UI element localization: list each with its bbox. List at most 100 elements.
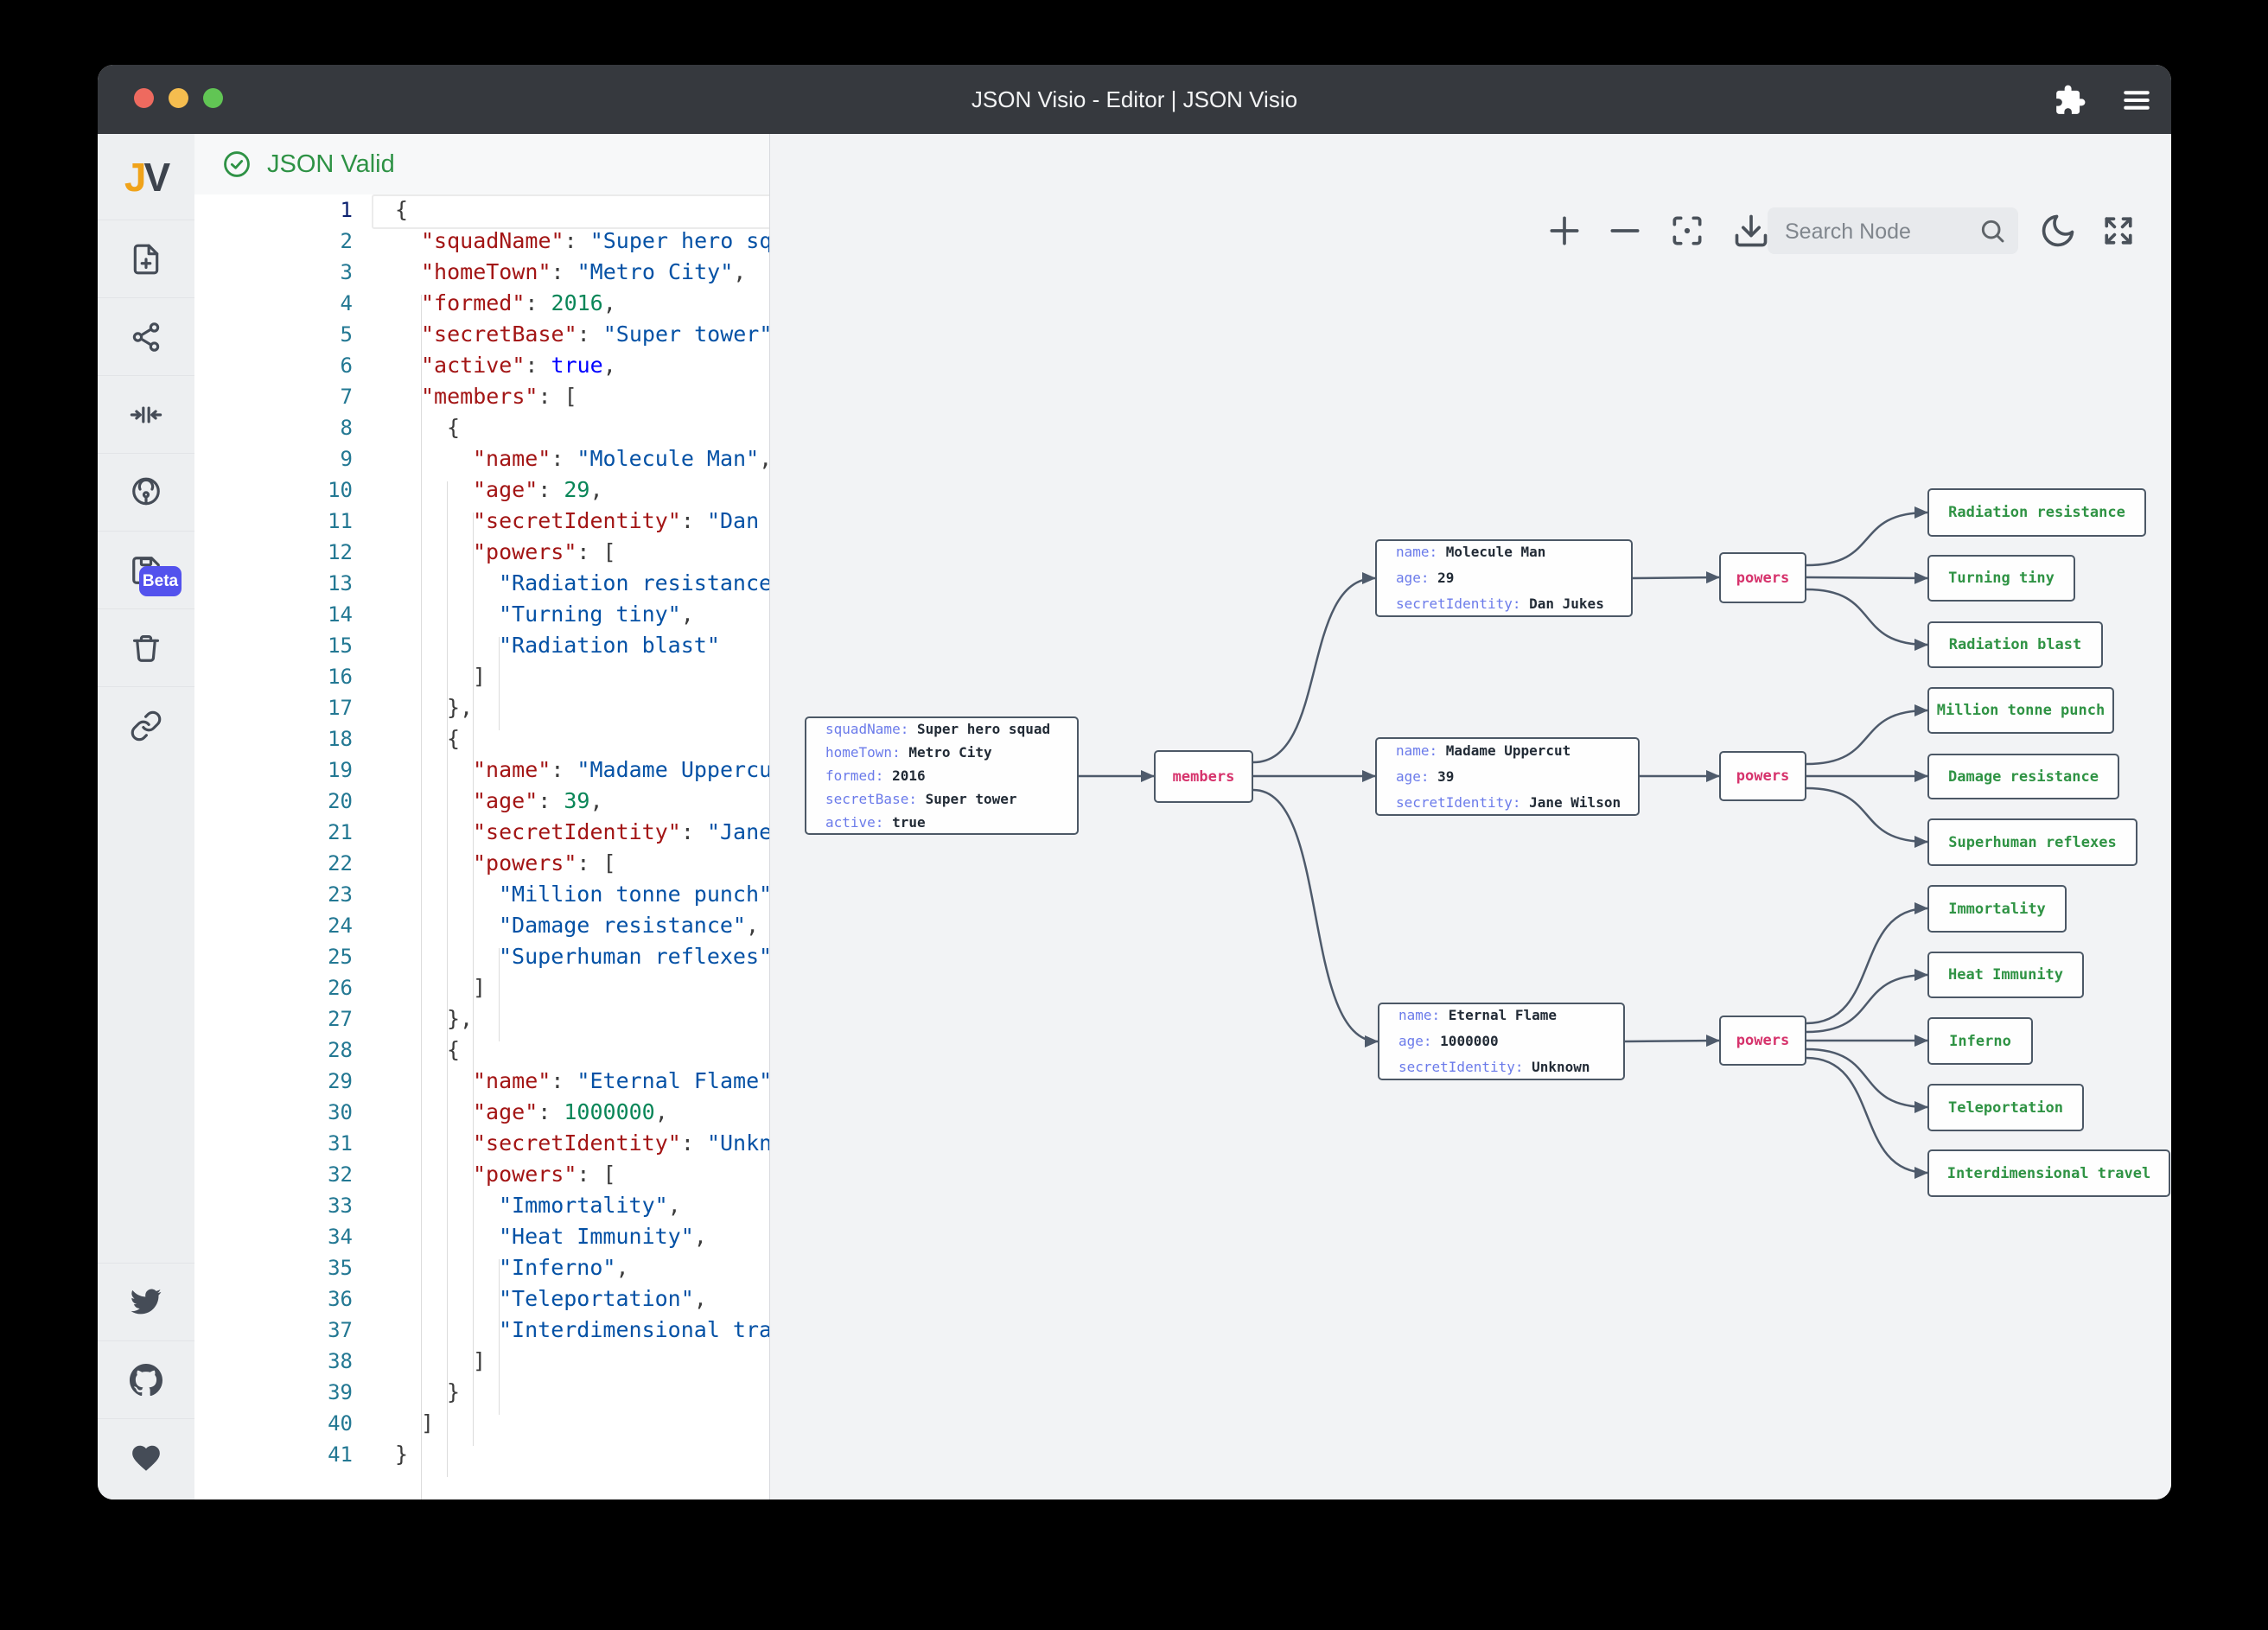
check-circle-icon	[222, 150, 252, 179]
graph-node-powers-2[interactable]: powers	[1719, 751, 1806, 801]
download-image-button[interactable]	[1732, 212, 1770, 250]
share-link-button[interactable]	[98, 686, 194, 765]
code-line: 25"Superhuman reflexes"	[194, 941, 769, 972]
fit-width-button[interactable]	[98, 375, 194, 454]
graph-share-button[interactable]	[98, 297, 194, 376]
node-row: secretIdentity: Jane Wilson	[1396, 790, 1638, 816]
graph-node-leaf-2[interactable]: Turning tiny	[1927, 555, 2075, 602]
code-text: {	[447, 1035, 460, 1066]
graph-node-powers-3[interactable]: powers	[1719, 1016, 1806, 1066]
indent-guide	[499, 948, 500, 1041]
plus-icon	[1545, 239, 1583, 253]
code-line: 35"Inferno",	[194, 1252, 769, 1283]
node-value: 29	[1437, 570, 1454, 586]
window-title: JSON Visio - Editor | JSON Visio	[98, 65, 2171, 134]
twitter-button[interactable]	[98, 1263, 194, 1341]
menu-icon[interactable]	[2120, 84, 2153, 117]
code-text: "squadName": "Super hero squad",	[421, 226, 769, 257]
node-label: Million tonne punch	[1937, 702, 2105, 719]
node-label: Heat Immunity	[1948, 966, 2063, 984]
moon-icon	[2039, 239, 2077, 253]
json-editor-panel: JSON Valid 1{2"squadName": "Super hero s…	[194, 134, 769, 1499]
app-logo[interactable]: J V	[98, 134, 194, 220]
line-number: 39	[194, 1377, 353, 1408]
node-value: true	[892, 814, 926, 831]
node-value: Super hero squad	[917, 721, 1050, 737]
sponsor-button[interactable]	[98, 1418, 194, 1497]
new-document-button[interactable]	[98, 220, 194, 298]
live-transform-button[interactable]	[98, 453, 194, 532]
line-number: 33	[194, 1190, 353, 1221]
line-number: 8	[194, 412, 353, 443]
graph-node-leaf-9[interactable]: Inferno	[1927, 1017, 2033, 1065]
graph-node-member-2[interactable]: name: Madame Uppercutage: 39secretIdenti…	[1375, 737, 1640, 816]
graph-node-member-1[interactable]: name: Molecule Manage: 29secretIdentity:…	[1375, 539, 1633, 617]
graph-node-leaf-3[interactable]: Radiation blast	[1927, 621, 2103, 668]
code-text: "Immortality",	[499, 1190, 681, 1221]
graph-edge	[1253, 578, 1375, 762]
code-text: "secretIdentity": "Jane Wilson",	[473, 817, 769, 848]
node-key: secretBase:	[825, 791, 926, 807]
fullscreen-button[interactable]	[2099, 212, 2137, 250]
code-line: 20"age": 39,	[194, 786, 769, 817]
graph-node-leaf-7[interactable]: Immortality	[1927, 885, 2067, 933]
code-text: "secretBase": "Super tower",	[421, 319, 769, 350]
line-number: 7	[194, 381, 353, 412]
code-text: "name": "Molecule Man",	[473, 443, 769, 474]
line-number: 9	[194, 443, 353, 474]
graph-node-members[interactable]: members	[1154, 750, 1253, 803]
graph-node-leaf-5[interactable]: Damage resistance	[1927, 754, 2119, 799]
code-line: 36"Teleportation",	[194, 1283, 769, 1315]
search-icon[interactable]	[1978, 217, 2006, 245]
code-line: 29"name": "Eternal Flame",	[194, 1066, 769, 1097]
graph-node-leaf-10[interactable]: Teleportation	[1927, 1084, 2084, 1131]
graph-edge	[1806, 589, 1927, 645]
graph-canvas-panel[interactable]: squadName: Super hero squadhomeTown: Met…	[769, 134, 2171, 1499]
zoom-in-button[interactable]	[1545, 212, 1583, 250]
graph-node-leaf-4[interactable]: Million tonne punch	[1927, 687, 2114, 734]
github-button[interactable]	[98, 1340, 194, 1419]
node-key: name:	[1396, 742, 1446, 759]
line-number: 38	[194, 1346, 353, 1377]
graph-node-leaf-6[interactable]: Superhuman reflexes	[1927, 818, 2137, 866]
line-number: 4	[194, 288, 353, 319]
graph-node-root[interactable]: squadName: Super hero squadhomeTown: Met…	[805, 716, 1079, 835]
line-number: 26	[194, 972, 353, 1003]
code-line: 6"active": true,	[194, 350, 769, 381]
graph-node-leaf-1[interactable]: Radiation resistance	[1927, 488, 2146, 537]
line-number: 17	[194, 692, 353, 723]
code-text: "Inferno",	[499, 1252, 629, 1283]
line-number: 14	[194, 599, 353, 630]
code-text: "Damage resistance",	[499, 910, 759, 941]
code-line: 10"age": 29,	[194, 474, 769, 506]
search-node-input[interactable]	[1783, 207, 1968, 256]
node-key: age:	[1398, 1033, 1440, 1049]
code-line: 38]	[194, 1346, 769, 1377]
node-key: secretIdentity:	[1396, 794, 1529, 811]
sidebar: J V Beta	[98, 134, 195, 1499]
line-number: 18	[194, 723, 353, 755]
graph-node-powers-1[interactable]: powers	[1719, 552, 1806, 603]
extension-puzzle-icon[interactable]	[2054, 84, 2086, 117]
code-text: "Heat Immunity",	[499, 1221, 707, 1252]
app-window: JSON Visio - Editor | JSON Visio J V Bet…	[98, 65, 2171, 1499]
node-value: Super tower	[926, 791, 1017, 807]
line-number: 28	[194, 1035, 353, 1066]
code-editor[interactable]: 1{2"squadName": "Super hero squad",3"hom…	[194, 194, 769, 1499]
code-line: 5"secretBase": "Super tower",	[194, 319, 769, 350]
graph-node-leaf-8[interactable]: Heat Immunity	[1927, 952, 2084, 998]
graph-node-member-3[interactable]: name: Eternal Flameage: 1000000secretIde…	[1378, 1003, 1625, 1080]
delete-button[interactable]	[98, 608, 194, 687]
line-number: 29	[194, 1066, 353, 1097]
download-icon	[1732, 239, 1770, 253]
line-number: 22	[194, 848, 353, 879]
zoom-out-button[interactable]	[1606, 212, 1644, 250]
code-line: 33 "Immortality",	[194, 1190, 769, 1221]
graph-node-leaf-11[interactable]: Interdimensional travel	[1927, 1149, 2170, 1197]
beta-badge: Beta	[139, 566, 182, 596]
theme-toggle-button[interactable]	[2039, 212, 2077, 250]
node-row: secretIdentity: Dan Jukes	[1396, 591, 1631, 617]
center-view-button[interactable]	[1668, 212, 1706, 250]
code-line: 13"Radiation resistance",	[194, 568, 769, 599]
graph-edge	[1806, 908, 1927, 1023]
